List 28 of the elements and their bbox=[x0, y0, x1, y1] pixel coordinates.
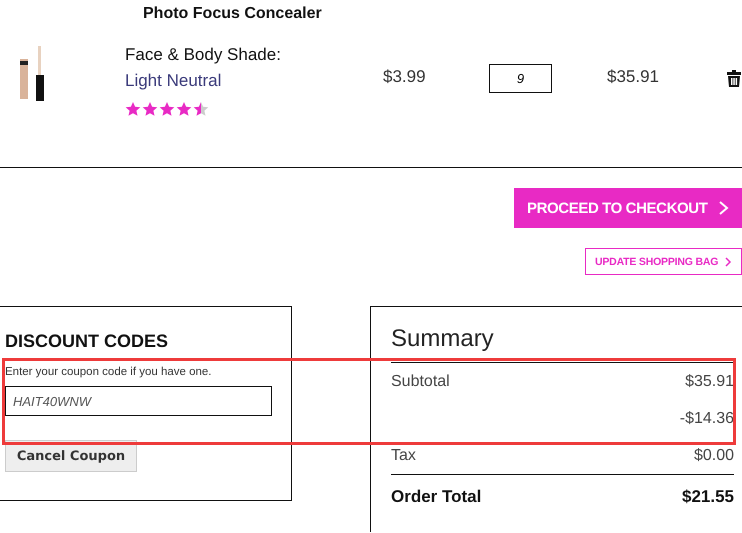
discount-title: DISCOUNT CODES bbox=[5, 331, 170, 352]
summary-value: $21.55 bbox=[682, 487, 734, 507]
summary-label: Order Total bbox=[391, 487, 482, 507]
shade-name: Light Neutral bbox=[125, 71, 222, 91]
summary-title: Summary bbox=[391, 325, 734, 363]
chevron-icon bbox=[719, 201, 730, 215]
summary-value: $0.00 bbox=[694, 446, 734, 464]
product-title[interactable]: Photo Focus Concealer bbox=[143, 5, 322, 23]
summary-label: Tax bbox=[391, 446, 416, 464]
coupon-hint: Enter your coupon code if you have one. bbox=[5, 366, 213, 378]
cancel-coupon-button[interactable]: Cancel Coupon bbox=[5, 440, 137, 472]
star-icon bbox=[159, 101, 175, 117]
summary-label: Subtotal bbox=[391, 372, 450, 390]
summary-value: -$14.36 bbox=[680, 410, 734, 428]
star-icon bbox=[176, 101, 192, 117]
shade-label: Face & Body Shade: bbox=[125, 45, 282, 65]
quantity-field[interactable]: 9 bbox=[489, 64, 552, 93]
star-icon bbox=[142, 101, 158, 117]
chevron-icon bbox=[725, 256, 732, 266]
coupon-field[interactable]: HAIT40WNW bbox=[5, 386, 272, 416]
star-icon bbox=[193, 101, 209, 117]
trash-icon[interactable] bbox=[727, 70, 741, 87]
star-icon bbox=[125, 101, 141, 117]
checkout-button[interactable]: PROCEED TO CHECKOUT bbox=[514, 188, 742, 228]
unit-price: $3.99 bbox=[382, 67, 427, 87]
line-total: $35.91 bbox=[607, 67, 660, 87]
update-bag-button[interactable]: UPDATE SHOPPING BAG bbox=[585, 248, 742, 275]
summary-value: $35.91 bbox=[685, 372, 734, 390]
